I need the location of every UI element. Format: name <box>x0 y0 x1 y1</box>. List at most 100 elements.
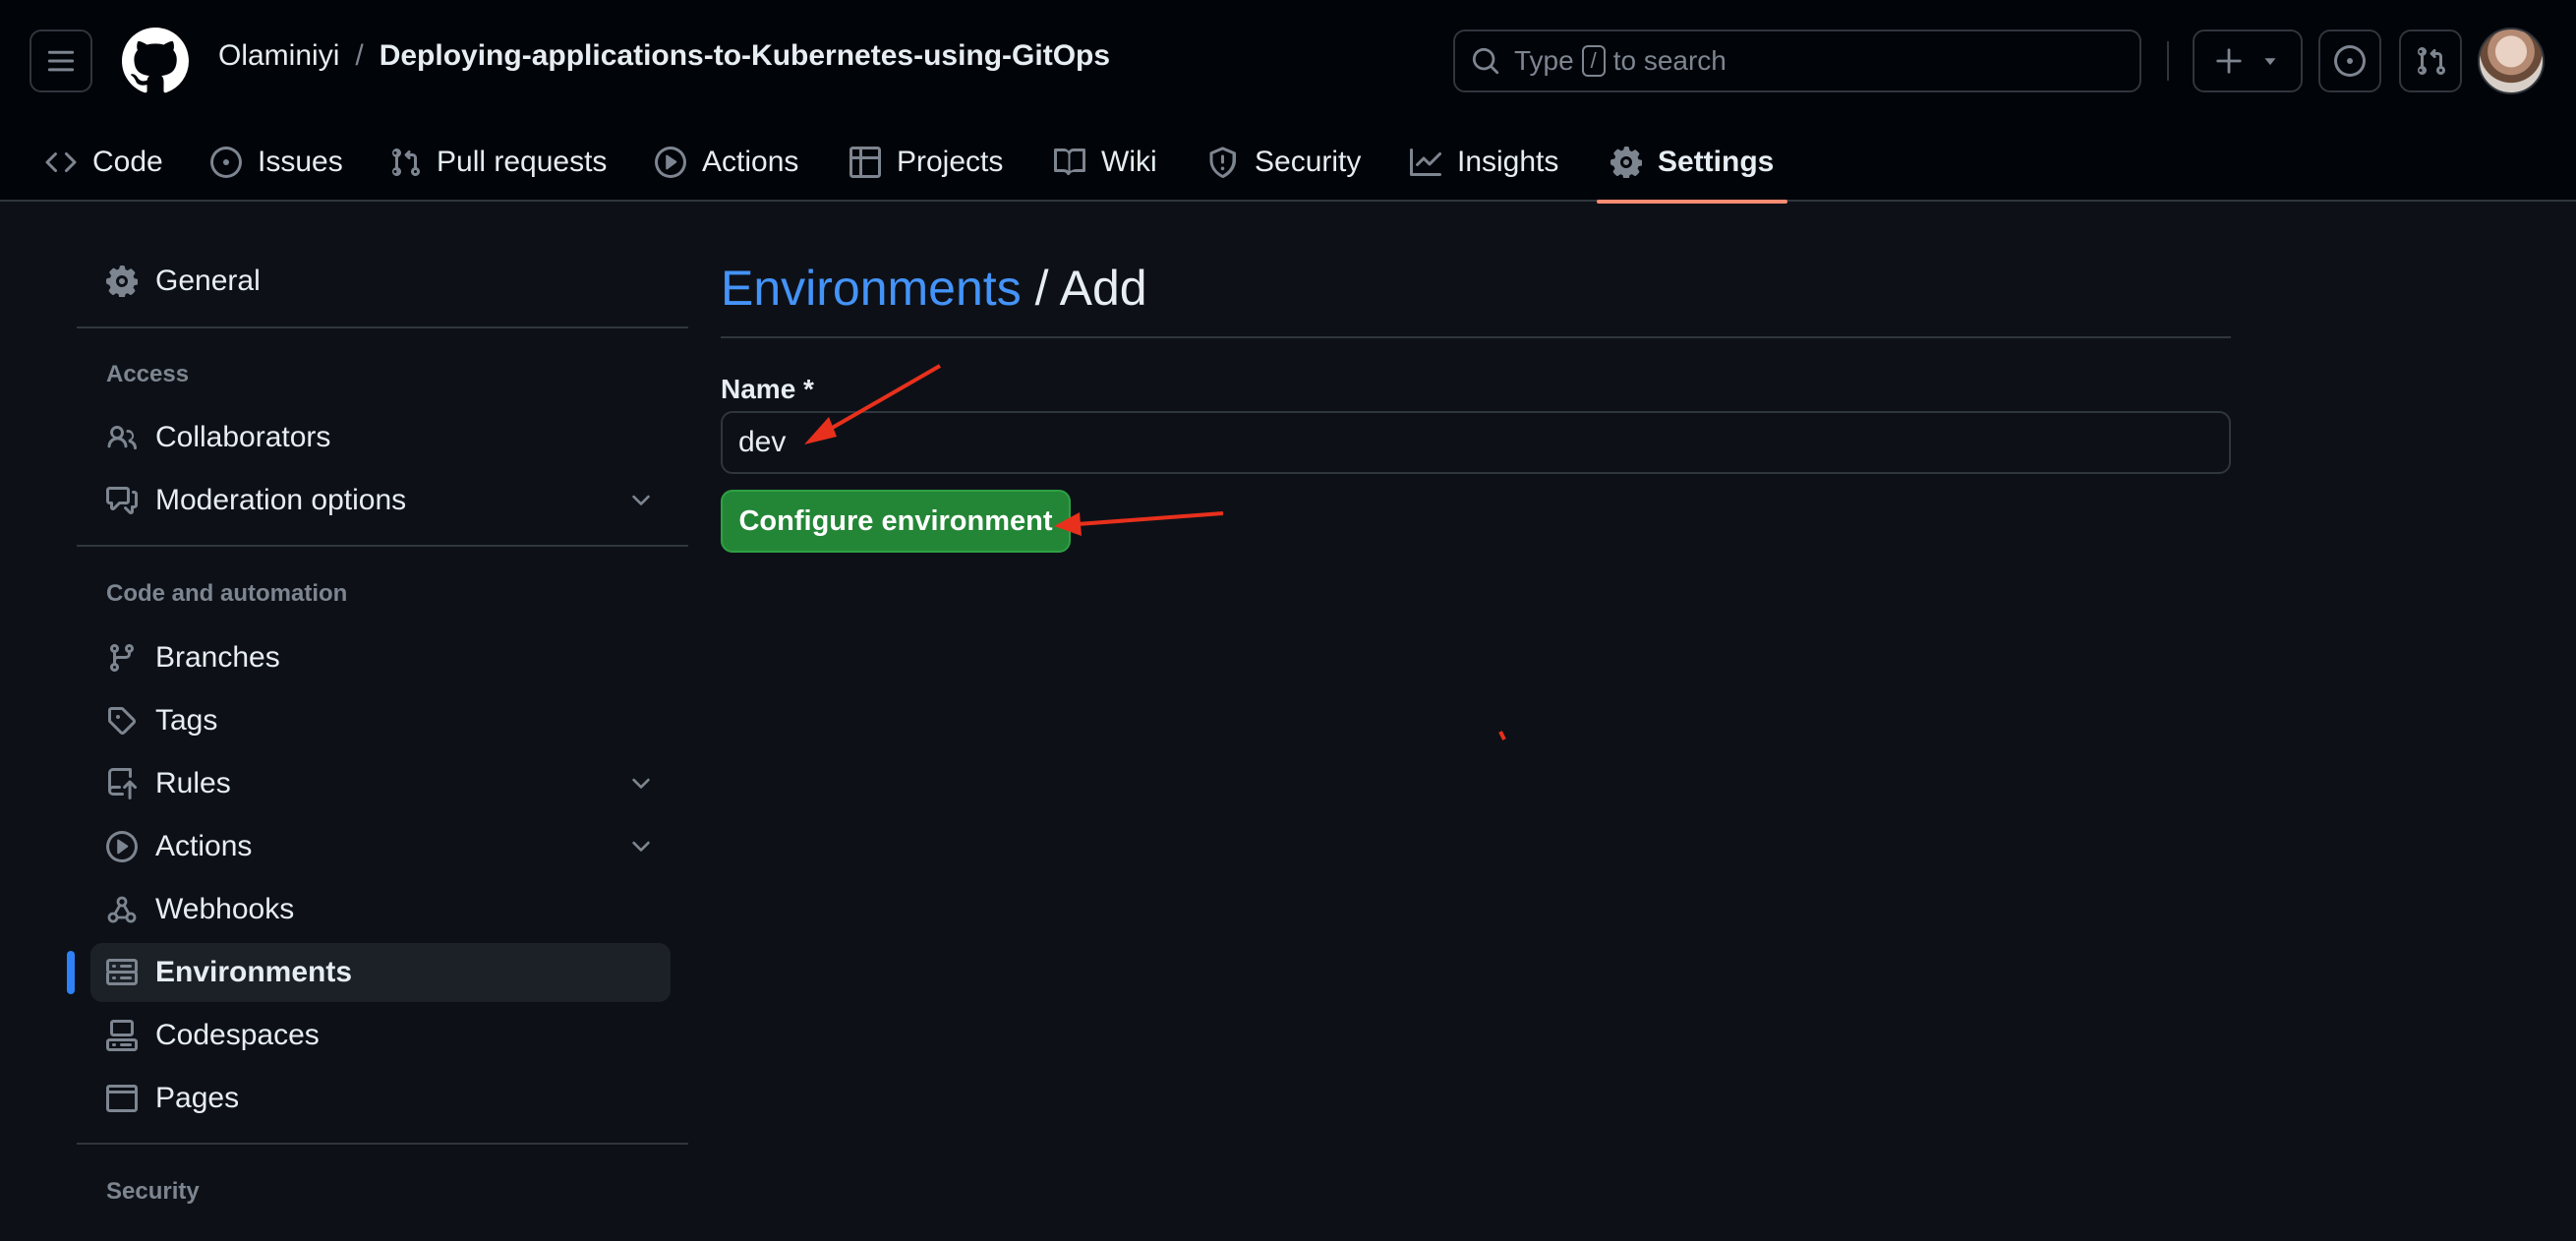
shield-icon <box>1209 147 1236 178</box>
sidebar-item-label: Branches <box>155 641 280 674</box>
webhook-icon <box>107 896 137 923</box>
pull-requests-button[interactable] <box>2399 30 2462 92</box>
play-icon <box>655 147 686 178</box>
arrow-to-configure-button <box>1054 511 1224 536</box>
sidebar-item-label: Pages <box>155 1082 240 1114</box>
tab-issues-label: Issues <box>258 146 343 178</box>
create-new-button[interactable] <box>2193 30 2303 92</box>
issue-opened-icon <box>2334 45 2366 77</box>
sidebar-item-tags[interactable]: Tags <box>90 691 671 750</box>
repo-breadcrumb: Olaminiyi / Deploying-applications-to-Ku… <box>218 39 1110 73</box>
configure-environment-button[interactable]: Configure environment <box>721 490 1071 553</box>
sidebar-item-codespaces[interactable]: Codespaces <box>90 1006 671 1065</box>
people-icon <box>107 425 138 450</box>
search-prefix: Type <box>1514 45 1574 76</box>
tab-security-label: Security <box>1255 146 1362 178</box>
sidebar-item-branches[interactable]: Branches <box>90 628 671 687</box>
sidebar-divider <box>77 326 688 328</box>
issues-button[interactable] <box>2318 30 2381 92</box>
tab-pull-requests[interactable]: Pull requests <box>376 123 620 202</box>
sidebar-item-label: Codespaces <box>155 1019 320 1051</box>
sidebar-item-rules[interactable]: Rules <box>90 754 671 813</box>
tab-projects-label: Projects <box>897 146 1004 178</box>
sidebar-item-webhooks[interactable]: Webhooks <box>90 880 671 939</box>
tab-code[interactable]: Code <box>31 123 177 202</box>
header-divider <box>2167 41 2169 81</box>
stray-mark <box>1498 731 1506 740</box>
sidebar-item-label: Rules <box>155 767 231 799</box>
repo-name-link[interactable]: Deploying-applications-to-Kubernetes-usi… <box>380 39 1110 73</box>
name-field-label: Name * <box>721 374 814 404</box>
git-branch-icon <box>110 643 134 673</box>
plus-icon <box>2216 48 2242 74</box>
tab-projects[interactable]: Projects <box>836 123 1017 202</box>
github-logo-icon[interactable] <box>122 28 189 94</box>
tab-issues[interactable]: Issues <box>197 123 357 202</box>
page-title: Environments / Add <box>721 260 1147 317</box>
tab-wiki[interactable]: Wiki <box>1040 123 1171 202</box>
chevron-down-icon <box>632 778 650 789</box>
codespaces-icon <box>106 1020 138 1051</box>
sidebar-divider <box>77 1143 688 1145</box>
browser-icon <box>106 1085 138 1112</box>
sidebar-heading-code-and-automation: Code and automation <box>106 580 348 607</box>
repo-owner-link[interactable]: Olaminiyi <box>218 39 339 73</box>
server-icon <box>106 959 138 985</box>
sidebar-item-label: Tags <box>155 704 218 737</box>
book-icon <box>1054 148 1085 176</box>
sidebar-item-moderation-options[interactable]: Moderation options <box>90 471 671 530</box>
tab-insights-label: Insights <box>1457 146 1559 178</box>
search-placeholder: Type / to search <box>1514 45 1727 77</box>
tab-insights[interactable]: Insights <box>1396 123 1572 202</box>
tab-actions-label: Actions <box>702 146 799 178</box>
title-divider <box>721 336 2231 338</box>
gear-icon <box>1610 147 1642 178</box>
page-title-suffix: / Add <box>1034 261 1147 316</box>
repo-tabs: Code Issues Pull requests Actions Projec… <box>0 123 2576 204</box>
sidebar-divider <box>77 545 688 547</box>
tab-settings-label: Settings <box>1658 146 1775 178</box>
tab-code-label: Code <box>92 146 163 178</box>
search-suffix: to search <box>1612 45 1727 76</box>
table-icon <box>849 147 881 178</box>
gear-icon <box>106 266 138 297</box>
sidebar-heading-security: Security <box>106 1178 200 1205</box>
sidebar-item-label: Collaborators <box>155 421 331 453</box>
search-input[interactable]: Type / to search <box>1453 30 2141 92</box>
sidebar-item-label: Moderation options <box>155 484 407 516</box>
user-avatar[interactable] <box>2478 28 2545 94</box>
sidebar-item-environments[interactable]: Environments <box>67 943 671 1002</box>
tab-pull-requests-label: Pull requests <box>437 146 608 178</box>
tab-security[interactable]: Security <box>1194 123 1375 202</box>
chevron-down-icon <box>632 495 650 505</box>
sidebar-item-general[interactable]: General <box>90 252 671 311</box>
git-pull-request-icon <box>392 148 420 177</box>
environments-breadcrumb-link[interactable]: Environments <box>721 261 1022 316</box>
breadcrumb-separator: / <box>355 39 364 72</box>
search-icon <box>1472 47 1499 75</box>
sidebar-item-label: Webhooks <box>155 893 295 925</box>
sidebar-item-label: Actions <box>155 830 253 862</box>
sidebar-item-collaborators[interactable]: Collaborators <box>90 408 671 467</box>
tab-settings[interactable]: Settings <box>1597 123 1788 204</box>
git-pull-request-icon <box>2418 46 2445 76</box>
comment-discussion-icon <box>106 487 138 514</box>
app-header: Olaminiyi / Deploying-applications-to-Ku… <box>0 0 2576 204</box>
tab-wiki-label: Wiki <box>1101 146 1157 178</box>
menu-button[interactable] <box>29 30 92 92</box>
graph-icon <box>1410 148 1441 176</box>
environment-name-field[interactable] <box>721 411 2231 474</box>
code-icon <box>45 151 77 173</box>
sidebar-item-actions[interactable]: Actions <box>90 817 671 876</box>
search-shortcut-key: / <box>1581 45 1606 77</box>
play-icon <box>106 831 138 862</box>
sidebar-heading-access: Access <box>106 361 190 387</box>
sidebar-item-pages[interactable]: Pages <box>90 1069 671 1128</box>
sidebar-item-label: Environments <box>155 956 353 988</box>
tag-icon <box>107 707 137 736</box>
chevron-down-icon <box>632 841 650 852</box>
tab-actions[interactable]: Actions <box>641 123 812 202</box>
header-top-row: Olaminiyi / Deploying-applications-to-Ku… <box>0 0 2576 123</box>
sidebar-item-label: General <box>155 265 261 297</box>
issue-opened-icon <box>210 147 242 178</box>
